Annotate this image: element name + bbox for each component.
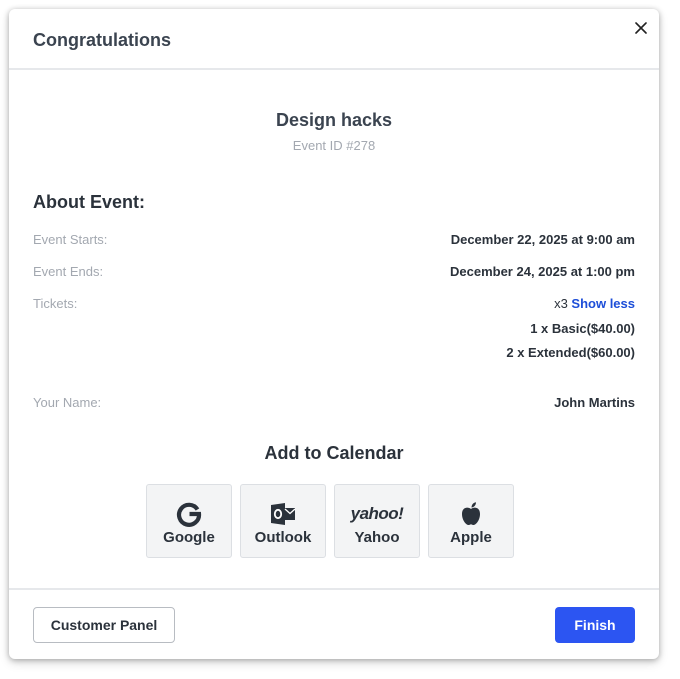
event-ends-value: December 24, 2025 at 1:00 pm — [450, 264, 635, 279]
google-calendar-button[interactable]: Google — [146, 484, 232, 558]
event-starts-label: Event Starts: — [33, 232, 108, 247]
google-label: Google — [163, 529, 215, 546]
tickets-label: Tickets: — [33, 296, 78, 311]
apple-label: Apple — [450, 529, 492, 546]
outlook-label: Outlook — [254, 529, 312, 546]
modal-header: Congratulations — [9, 9, 659, 70]
ticket-line-basic: 1 x Basic($40.00) — [530, 321, 635, 336]
tickets-count: x3 — [554, 296, 568, 311]
your-name-value: John Martins — [554, 395, 635, 410]
your-name-label: Your Name: — [33, 395, 102, 410]
outlook-icon — [241, 499, 325, 529]
yahoo-icon: yahoo! — [350, 504, 404, 523]
yahoo-calendar-button[interactable]: yahoo! Yahoo — [334, 484, 420, 558]
yahoo-label: Yahoo — [354, 529, 400, 546]
outlook-calendar-button[interactable]: Outlook — [240, 484, 326, 558]
modal-footer: Customer Panel Finish — [9, 588, 659, 659]
finish-button[interactable]: Finish — [555, 607, 635, 643]
google-icon — [147, 499, 231, 529]
congratulations-modal: Congratulations Design hacks Event ID #2… — [9, 9, 659, 659]
event-starts-value: December 22, 2025 at 9:00 am — [450, 232, 635, 247]
show-less-link[interactable]: Show less — [571, 296, 635, 311]
customer-panel-button[interactable]: Customer Panel — [33, 607, 175, 643]
apple-calendar-button[interactable]: Apple — [428, 484, 514, 558]
tickets-summary: x3 Show less — [554, 296, 635, 311]
event-ends-label: Event Ends: — [33, 264, 104, 279]
event-name: Design hacks — [275, 110, 393, 130]
event-id: Event ID #278 — [292, 138, 376, 153]
apple-icon — [429, 499, 513, 529]
ticket-line-extended: 2 x Extended($60.00) — [506, 345, 635, 360]
about-event-heading: About Event: — [33, 192, 145, 212]
close-icon[interactable] — [633, 20, 649, 36]
modal-title: Congratulations — [33, 30, 171, 50]
add-to-calendar-heading: Add to Calendar — [264, 443, 404, 463]
